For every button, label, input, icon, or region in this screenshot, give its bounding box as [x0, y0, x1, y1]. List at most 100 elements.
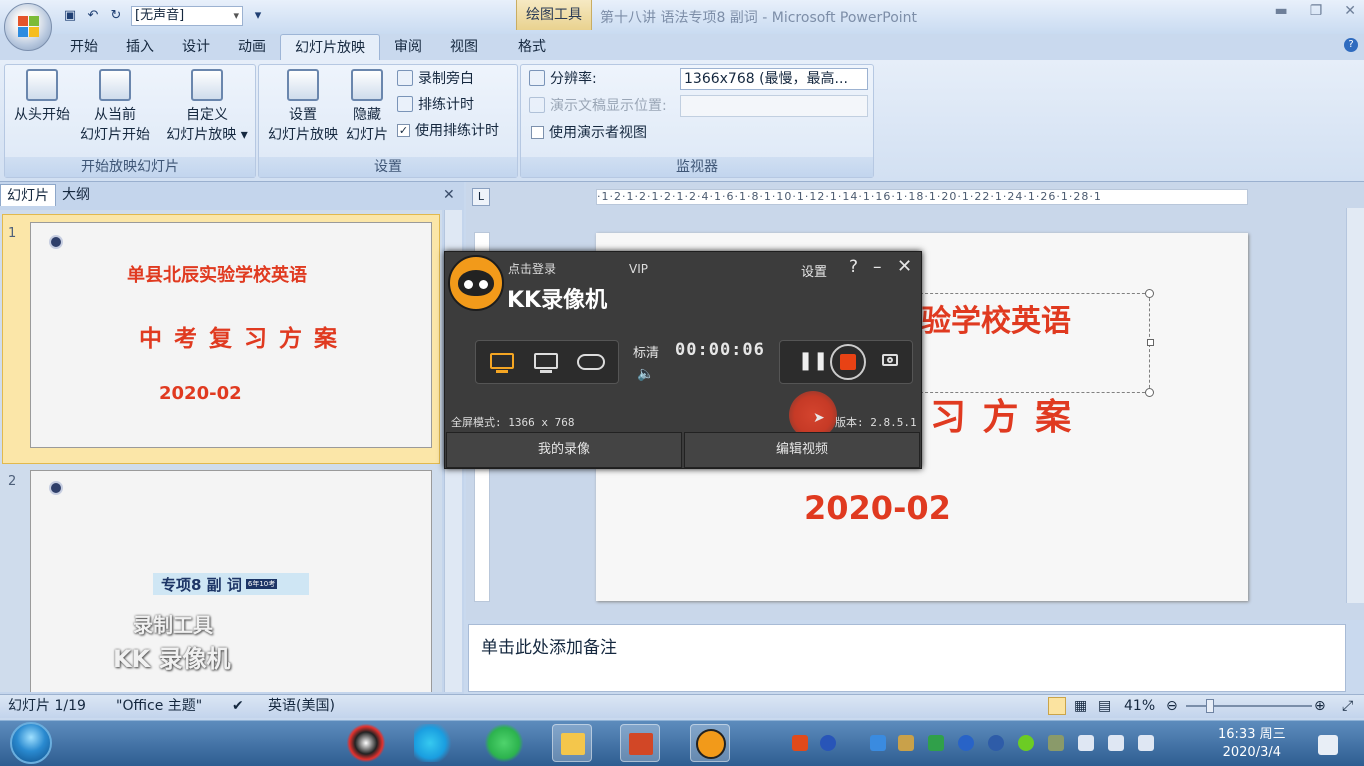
sogou-icon[interactable] [792, 735, 808, 751]
tab-slide-show[interactable]: 幻灯片放映 [280, 34, 380, 60]
resolution-select[interactable]: 1366x768 (最慢，最高... [680, 68, 868, 90]
tab-view[interactable]: 视图 [436, 34, 492, 60]
record-narration-button[interactable]: 录制旁白 [397, 67, 474, 89]
game-mode-icon[interactable] [576, 349, 606, 375]
window-controls: ▬ ❐ ✕ [1274, 3, 1356, 19]
normal-view-icon[interactable] [1048, 697, 1066, 715]
hide-slide-button[interactable]: 隐藏 幻灯片 [343, 69, 391, 145]
help-tray-icon[interactable] [820, 735, 836, 751]
from-current-button[interactable]: 从当前 幻灯片开始 [75, 69, 155, 145]
topic-banner: 专项8 副 词 6年10考 [153, 573, 309, 595]
spellcheck-icon[interactable]: ✔ [232, 695, 244, 717]
clock[interactable]: 16:33 周三 2020/3/4 [1218, 726, 1286, 762]
tab-insert[interactable]: 插入 [112, 34, 168, 60]
screenshot-icon[interactable] [880, 351, 900, 367]
minimize-icon[interactable]: ▬ [1274, 3, 1287, 19]
capture-mode-group [475, 340, 619, 384]
tab-animations[interactable]: 动画 [224, 34, 280, 60]
zoom-in-icon[interactable]: ⊕ [1314, 695, 1326, 717]
office-button[interactable] [4, 3, 52, 51]
custom-slideshow-button[interactable]: 自定义 幻灯片放映 ▾ [161, 69, 253, 145]
kk-settings-button[interactable]: 设置 [801, 261, 827, 280]
powerpoint-icon[interactable] [620, 724, 660, 762]
tab-home[interactable]: 开始 [56, 34, 112, 60]
version-label: 版本: 2.8.5.1 [835, 416, 917, 429]
watermark-line-1: 录制工具 [133, 613, 213, 637]
selected-textbox[interactable]: 验学校英语 [920, 289, 1154, 397]
slideshow-view-icon[interactable]: ▤ [1098, 695, 1111, 717]
network-tray-icon[interactable] [870, 735, 886, 751]
presenter-view-label: 使用演示者视图 [549, 125, 647, 141]
zoom-slider-thumb[interactable] [1206, 699, 1214, 713]
sound-select[interactable]: [无声音] [131, 6, 243, 26]
quality-setting[interactable]: 标清 [633, 342, 659, 361]
resize-handle[interactable] [1145, 289, 1154, 298]
explorer-icon[interactable] [552, 724, 592, 762]
panel-close-icon[interactable]: ✕ [443, 187, 455, 203]
vip-link[interactable]: VIP [629, 262, 648, 276]
rehearse-timings-button[interactable]: 排练计时 [397, 93, 474, 115]
setup-slideshow-button[interactable]: 设置 幻灯片放映 [261, 69, 345, 145]
tab-slides[interactable]: 幻灯片 [0, 184, 56, 206]
tab-outline[interactable]: 大纲 [56, 184, 96, 206]
save-icon[interactable]: ▣ [62, 8, 78, 24]
kk-help-button[interactable]: ? [849, 257, 858, 277]
resolution-label: 分辨率: [550, 71, 597, 87]
slide-thumbnail-2[interactable]: 专项8 副 词 6年10考 录制工具 KK 录像机 [30, 470, 432, 692]
redo-icon[interactable]: ↻ [108, 8, 124, 24]
fullscreen-mode-icon[interactable] [488, 349, 518, 375]
resize-handle[interactable] [1147, 339, 1154, 346]
zoom-slider[interactable] [1186, 705, 1312, 707]
tray-app-icon[interactable] [898, 735, 914, 751]
resize-handle[interactable] [1145, 388, 1154, 397]
customize-qat-icon[interactable]: ▾ [250, 8, 266, 24]
zoom-level[interactable]: 41% [1124, 695, 1155, 717]
qq-icon[interactable] [346, 724, 386, 762]
settings-tray-icon[interactable] [958, 735, 974, 751]
power-icon[interactable] [1108, 735, 1124, 751]
rehearse-timings-label: 排练计时 [418, 97, 474, 113]
undo-icon[interactable]: ↶ [85, 8, 101, 24]
removable-device-icon[interactable] [1078, 735, 1094, 751]
kk-close-icon[interactable]: ✕ [897, 256, 912, 277]
stop-recording-button[interactable] [830, 344, 866, 380]
fit-to-window-icon[interactable]: ⤢ [1342, 695, 1353, 717]
video-player-icon[interactable] [414, 724, 454, 762]
display-icon [529, 97, 545, 113]
bluetooth-icon[interactable] [988, 735, 1004, 751]
slide-scrollbar[interactable] [1346, 208, 1364, 603]
region-mode-icon[interactable] [532, 349, 562, 375]
tab-review[interactable]: 审阅 [380, 34, 436, 60]
action-center-icon[interactable] [1318, 735, 1338, 755]
volume-icon[interactable]: 🔈 [637, 366, 654, 382]
tab-format[interactable]: 格式 [504, 34, 560, 60]
kk-recorder-taskbar-icon[interactable] [690, 724, 730, 762]
login-link[interactable]: 点击登录 [508, 260, 556, 277]
restore-icon[interactable]: ❐ [1310, 3, 1323, 19]
tab-design[interactable]: 设计 [168, 34, 224, 60]
recording-timer: 00:00:06 [675, 340, 765, 360]
volume-icon[interactable] [1138, 735, 1154, 751]
zoom-out-icon[interactable]: ⊖ [1166, 695, 1178, 717]
presenter-view-checkbox[interactable]: 使用演示者视图 [531, 121, 647, 143]
record-controls: ❚❚ [779, 340, 913, 384]
start-button[interactable] [10, 722, 52, 764]
tab-stop-selector[interactable]: L [472, 188, 490, 206]
slide-sorter-icon[interactable]: ▦ [1074, 695, 1087, 717]
close-icon[interactable]: ✕ [1344, 3, 1356, 19]
add-tray-icon[interactable] [1018, 735, 1034, 751]
from-beginning-button[interactable]: 从头开始 [9, 69, 75, 125]
security-icon[interactable] [928, 735, 944, 751]
edit-video-button[interactable]: 编辑视频 [684, 432, 920, 468]
use-timings-checkbox[interactable]: ✓ 使用排练计时 [397, 119, 499, 141]
slide-thumbnail-1[interactable]: 单县北辰实验学校英语 中 考 复 习 方 案 2020-02 [30, 222, 432, 448]
my-recordings-button[interactable]: 我的录像 [446, 432, 682, 468]
wechat-icon[interactable] [484, 724, 524, 762]
horizontal-ruler[interactable]: ·1·2·1·2·1·2·1·2·4·1·6·1·8·1·10·1·12·1·1… [596, 189, 1248, 205]
kk-minimize-icon[interactable]: – [873, 257, 882, 277]
help-icon[interactable]: ? [1344, 38, 1358, 52]
pause-icon[interactable]: ❚❚ [798, 350, 828, 371]
notes-pane[interactable]: 单击此处添加备注 [468, 624, 1346, 692]
tray-misc-icon[interactable] [1048, 735, 1064, 751]
language[interactable]: 英语(美国) [268, 695, 335, 717]
